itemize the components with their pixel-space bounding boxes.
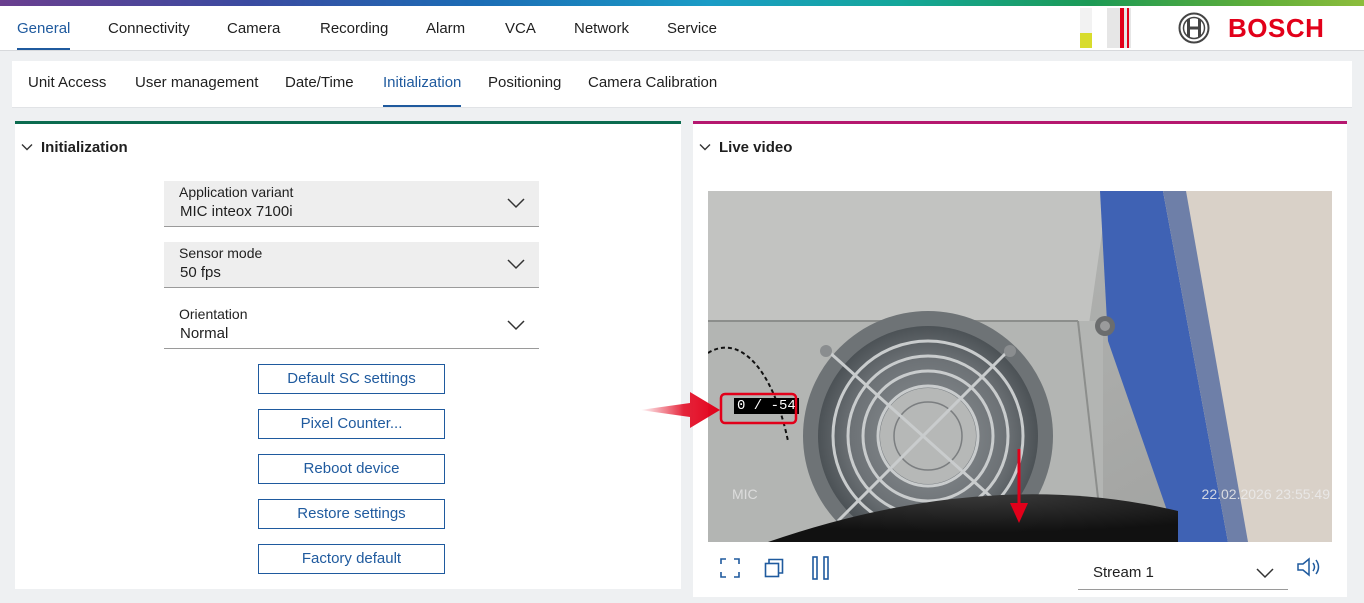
chevron-down-icon (21, 144, 33, 151)
tab-general[interactable]: General (17, 6, 71, 51)
live-video-panel: Live video 0 / -54 MIC 22.02.2026 23:55:… (693, 121, 1347, 597)
subtab-camera-calibration[interactable]: Camera Calibration (588, 61, 717, 108)
chevron-down-icon (507, 198, 525, 209)
top-bar: General Connectivity Camera Recording Al… (0, 6, 1364, 51)
live-video-header[interactable]: Live video (699, 138, 792, 156)
tab-recording[interactable]: Recording (320, 6, 388, 51)
initialization-header[interactable]: Initialization (21, 138, 128, 156)
chevron-down-icon (507, 259, 525, 270)
application-variant-select[interactable]: Application variant MIC inteox 7100i (164, 181, 539, 227)
tab-network[interactable]: Network (574, 6, 629, 51)
application-variant-value: MIC inteox 7100i (180, 203, 293, 220)
bosch-armature-icon (1178, 12, 1210, 44)
sub-nav-bar: Unit Access User management Date/Time In… (12, 61, 1352, 108)
live-video-view[interactable]: 0 / -54 MIC 22.02.2026 23:55:49 (708, 191, 1332, 542)
timestamp-overlay: 22.02.2026 23:55:49 (1201, 486, 1330, 502)
coordinates-overlay: 0 / -54 (734, 398, 799, 414)
tab-service[interactable]: Service (667, 6, 717, 51)
initialization-panel: Initialization Application variant MIC i… (15, 121, 681, 589)
factory-default-button[interactable]: Factory default (258, 544, 445, 574)
sensor-mode-label: Sensor mode (179, 245, 263, 261)
bosch-wordmark: BOSCH (1228, 13, 1325, 43)
reboot-device-button[interactable]: Reboot device (258, 454, 445, 484)
subtab-date-time[interactable]: Date/Time (285, 61, 354, 108)
subtab-initialization[interactable]: Initialization (383, 61, 462, 108)
subtab-user-management[interactable]: User management (135, 61, 258, 108)
chevron-down-icon (699, 144, 711, 151)
panel-title: Initialization (41, 138, 128, 156)
pixel-counter-button[interactable]: Pixel Counter... (258, 409, 445, 439)
tab-vca[interactable]: VCA (505, 6, 536, 51)
orientation-select[interactable]: Orientation Normal (164, 303, 539, 349)
fullscreen-icon[interactable] (720, 558, 740, 578)
restore-settings-button[interactable]: Restore settings (258, 499, 445, 529)
sensor-mode-value: 50 fps (180, 264, 221, 281)
camera-name-overlay: MIC (732, 486, 758, 502)
pause-icon[interactable] (811, 556, 831, 580)
orientation-label: Orientation (179, 306, 248, 322)
subtab-positioning[interactable]: Positioning (488, 61, 561, 108)
stream-select[interactable]: Stream 1 (1078, 556, 1288, 590)
stream-value: Stream 1 (1093, 564, 1154, 581)
snapshot-window-icon[interactable] (764, 558, 784, 578)
panel-title: Live video (719, 138, 793, 156)
sensor-mode-select[interactable]: Sensor mode 50 fps (164, 242, 539, 288)
speaker-icon[interactable] (1296, 556, 1322, 578)
tab-alarm[interactable]: Alarm (426, 6, 465, 51)
chevron-down-icon (1256, 568, 1274, 579)
subtab-unit-access[interactable]: Unit Access (28, 61, 106, 108)
chevron-down-icon (507, 320, 525, 331)
status-level-indicator (1080, 8, 1131, 48)
tab-camera[interactable]: Camera (227, 6, 280, 51)
default-sc-settings-button[interactable]: Default SC settings (258, 364, 445, 394)
orientation-value: Normal (180, 325, 229, 342)
tab-connectivity[interactable]: Connectivity (108, 6, 190, 51)
application-variant-label: Application variant (179, 184, 294, 200)
